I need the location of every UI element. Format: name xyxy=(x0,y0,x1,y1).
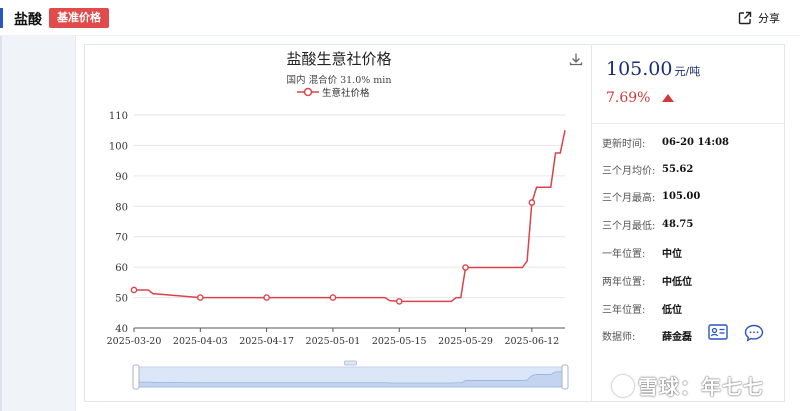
x-tick-label: 2025-05-15 xyxy=(372,336,427,347)
data-point xyxy=(263,294,270,301)
y-tick-label: 70 xyxy=(115,233,128,244)
zoom-handle-left xyxy=(132,364,140,390)
info-label: 两年位置: xyxy=(602,277,646,288)
info-row-3m-high: 三个月最高: 105.00 xyxy=(602,189,700,204)
y-tick-label: 90 xyxy=(115,172,128,183)
zoom-handle-right xyxy=(561,364,569,390)
analyst-name: 薛金磊 xyxy=(662,332,692,343)
x-tick-label: 2025-03-20 xyxy=(107,336,162,347)
price-line-chart: 40 50 60 70 80 90 100 110 2025-03-20 2025-04-03 20… xyxy=(107,111,569,390)
data-point xyxy=(462,264,469,271)
chart-card: 盐酸生意社价格 国内 混合价 31.0% min 生意社价格 40 50 60 70 8… xyxy=(84,44,592,402)
info-row-3y-position: 三年位置: 低位 xyxy=(602,301,682,316)
price-unit: 元/吨 xyxy=(674,65,701,78)
benchmark-price-badge: 基准价格 xyxy=(49,8,109,28)
info-row-analyst: 数据师: 薛金磊 xyxy=(602,328,692,343)
data-point xyxy=(528,199,536,206)
y-tick-label: 50 xyxy=(115,294,128,305)
price-change-percent: 7.69% xyxy=(606,90,651,106)
x-tick-label: 2025-04-17 xyxy=(239,336,294,347)
info-value: 中位 xyxy=(662,249,682,260)
watermark-text: 雪球：年七七 xyxy=(638,375,764,399)
y-tick-label: 100 xyxy=(109,141,128,152)
data-point xyxy=(395,298,403,305)
info-value: 48.75 xyxy=(662,219,694,230)
info-value: 105.00 xyxy=(662,191,701,202)
share-button[interactable]: 分享 xyxy=(738,8,780,28)
snowball-logo-icon xyxy=(612,374,634,397)
info-label: 更新时间: xyxy=(602,139,646,150)
zoom-drag-grip xyxy=(344,360,357,366)
info-label: 数据师: xyxy=(602,332,636,343)
current-price: 105.00 xyxy=(606,58,673,80)
chart-series xyxy=(130,130,566,305)
price-series-line xyxy=(134,130,566,303)
share-icon xyxy=(738,11,752,25)
zoom-slider[interactable] xyxy=(132,360,569,390)
page-title: 盐酸 xyxy=(14,12,42,28)
info-value: 55.62 xyxy=(662,164,694,175)
info-row-1y-position: 一年位置: 中位 xyxy=(602,245,682,260)
info-value: 中低位 xyxy=(662,277,692,288)
x-tick-label: 2025-04-03 xyxy=(173,336,228,347)
up-arrow-icon xyxy=(662,94,675,102)
data-point xyxy=(329,294,337,301)
info-label: 三个月均价: xyxy=(602,166,656,177)
y-tick-label: 110 xyxy=(109,111,128,122)
x-tick-label: 2025-05-01 xyxy=(306,336,361,347)
info-label: 三个月最高: xyxy=(602,193,656,204)
chart-axes: 40 50 60 70 80 90 100 110 2025-03-20 2025-04-03 20… xyxy=(107,111,560,347)
left-divider xyxy=(0,36,2,411)
info-label: 三个月最低: xyxy=(602,221,656,232)
y-tick-label: 60 xyxy=(115,263,128,274)
top-bar: 盐酸 基准价格 分享 xyxy=(0,0,800,36)
price-info-card: 105.00 元/吨 7.69% 更新时间: 06-20 14:08 三个月均价… xyxy=(592,44,785,402)
info-row-3m-low: 三个月最低: 48.75 xyxy=(602,217,693,232)
data-point xyxy=(197,294,204,301)
y-tick-label: 40 xyxy=(115,324,128,335)
info-value: 低位 xyxy=(662,305,682,316)
info-row-update-time: 更新时间: 06-20 14:08 xyxy=(602,135,729,150)
y-tick-label: 80 xyxy=(115,202,128,213)
info-row-2y-position: 两年位置: 中低位 xyxy=(602,273,692,288)
watermark: 雪球：年七七 xyxy=(612,371,764,400)
info-divider xyxy=(592,123,785,124)
x-tick-label: 2025-05-29 xyxy=(438,336,493,347)
x-tick-label: 2025-06-12 xyxy=(504,336,559,347)
contact-card-icon[interactable] xyxy=(708,324,728,346)
data-point xyxy=(130,286,138,294)
info-row-3m-avg: 三个月均价: 55.62 xyxy=(602,162,693,177)
info-label: 一年位置: xyxy=(602,249,646,260)
analyst-actions xyxy=(708,324,764,346)
chat-bubble-icon[interactable] xyxy=(744,324,764,346)
share-label: 分享 xyxy=(758,12,780,25)
info-label: 三年位置: xyxy=(602,305,646,316)
title-accent-bar xyxy=(0,8,3,28)
info-value: 06-20 14:08 xyxy=(662,137,729,148)
left-panel xyxy=(0,36,76,411)
